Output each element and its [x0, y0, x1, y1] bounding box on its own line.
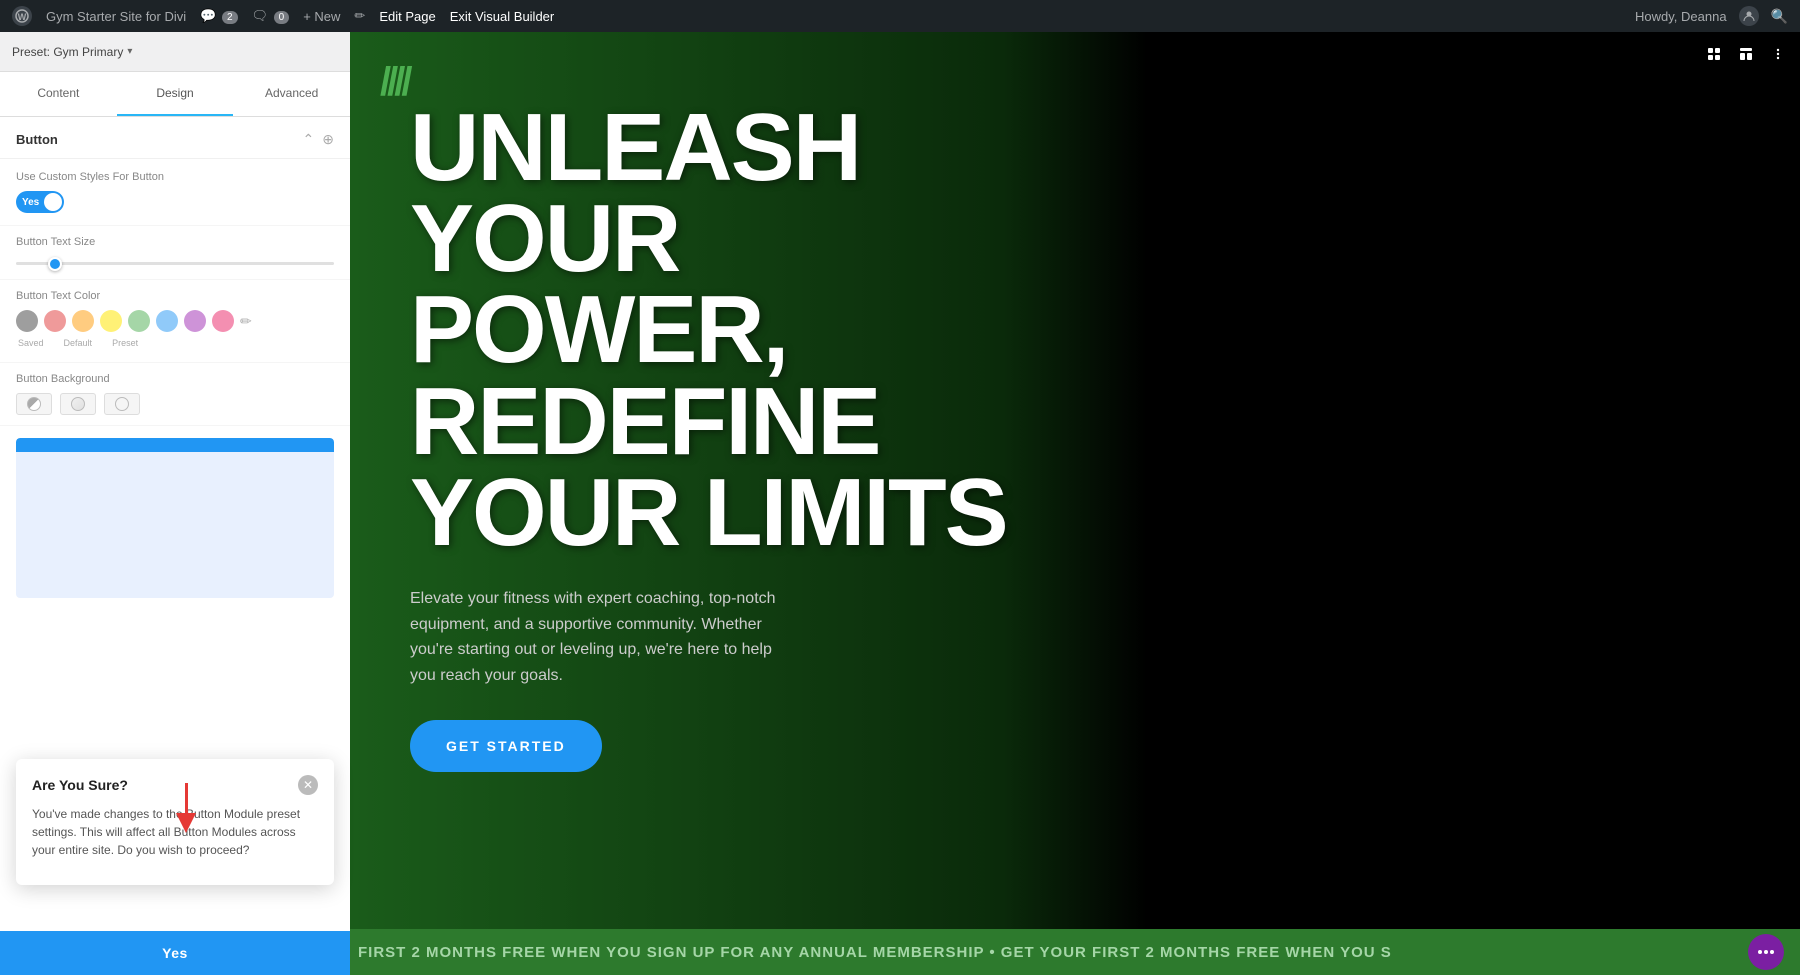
toggle-knob [44, 193, 62, 211]
howdy-text: Howdy, Deanna [1635, 9, 1727, 24]
arrow-down [176, 813, 196, 833]
button-text-color-label: Button Text Color [16, 290, 334, 302]
collapse-icon[interactable]: ⌃ [303, 131, 315, 148]
button-text-size-row: Button Text Size [0, 226, 350, 280]
dialog-title: Are You Sure? [32, 777, 128, 793]
dialog-body: You've made changes to the Button Module… [32, 805, 318, 859]
vb-toolbar [1700, 40, 1792, 68]
button-text-color-row: Button Text Color ✏ Saved Default Preset [0, 280, 350, 363]
admin-bar-right: Howdy, Deanna 🔍 [1635, 6, 1788, 26]
vb-layout-icon[interactable] [1732, 40, 1760, 68]
hero-title-line2: POWER, REDEFINE [410, 284, 1130, 466]
hero-title: UNLEASH YOUR POWER, REDEFINE YOUR LIMITS [410, 102, 1130, 558]
arrow-line [185, 783, 188, 813]
custom-styles-label: Use Custom Styles For Button [16, 171, 334, 183]
settings-icon[interactable]: ⊕ [322, 131, 334, 148]
exit-vb-button[interactable]: Exit Visual Builder [450, 9, 555, 24]
ticker-text: FIRST 2 MONTHS FREE WHEN YOU SIGN UP FOR… [350, 944, 1392, 961]
admin-bar: W Gym Starter Site for Divi 💬 2 🗨 0 + Ne… [0, 0, 1800, 32]
text-size-slider[interactable] [16, 262, 334, 265]
comments-icon[interactable]: 💬 2 [200, 8, 237, 24]
button-text-size-label: Button Text Size [16, 236, 334, 248]
hero-title-line1: UNLEASH YOUR [410, 102, 1130, 284]
arrow-indicator [176, 783, 196, 833]
dot3 [1770, 950, 1774, 954]
search-icon[interactable]: 🔍 [1771, 8, 1788, 25]
tab-design[interactable]: Design [117, 72, 234, 116]
ticker-dot-button[interactable] [1748, 934, 1784, 970]
site-preview: //// UNLEASH YOUR POWER, REDEFINE YOUR L… [350, 32, 1800, 975]
dot1 [1758, 950, 1762, 954]
preview-area [16, 438, 334, 598]
hero-cta-button[interactable]: GET STARTED [410, 720, 602, 772]
toggle-container: Yes [16, 191, 334, 213]
main-layout: Preset: Gym Primary ▾ Content Design Adv… [0, 32, 1800, 975]
button-background-label: Button Background [16, 373, 334, 385]
hero-title-line3: YOUR LIMITS [410, 467, 1130, 558]
swatch-labels: Saved Default Preset [16, 338, 334, 348]
user-avatar[interactable] [1739, 6, 1759, 26]
confirm-dialog: Are You Sure? ✕ You've made changes to t… [16, 759, 334, 885]
bubbles-count: 0 [274, 11, 290, 24]
ticker-bar: FIRST 2 MONTHS FREE WHEN YOU SIGN UP FOR… [350, 929, 1800, 975]
preset-caret-icon[interactable]: ▾ [127, 46, 132, 57]
preset-bar[interactable]: Preset: Gym Primary ▾ [0, 32, 350, 72]
section-title-button: Button [16, 132, 58, 147]
swatch-orange[interactable] [72, 310, 94, 332]
vb-grid-icon[interactable] [1700, 40, 1728, 68]
bg-option-3[interactable] [104, 393, 140, 415]
hero-subtitle: Elevate your fitness with expert coachin… [410, 586, 790, 688]
swatch-purple[interactable] [184, 310, 206, 332]
left-panel: Preset: Gym Primary ▾ Content Design Adv… [0, 32, 350, 975]
swatch-green[interactable] [128, 310, 150, 332]
yes-button[interactable]: Yes [0, 931, 350, 975]
ticker-dot-inner [1758, 950, 1774, 954]
swatch-pink2[interactable] [212, 310, 234, 332]
comments-count: 2 [222, 11, 238, 24]
admin-bar-left: W Gym Starter Site for Divi 💬 2 🗨 0 + Ne… [12, 6, 1619, 26]
wordpress-logo-icon[interactable]: W [12, 6, 32, 26]
tab-bar: Content Design Advanced [0, 72, 350, 117]
bg-option-1[interactable] [16, 393, 52, 415]
custom-styles-toggle[interactable]: Yes [16, 191, 64, 213]
toggle-yes-label: Yes [16, 197, 39, 208]
vb-more-icon[interactable] [1764, 40, 1792, 68]
slider-thumb[interactable] [48, 257, 62, 271]
dot2 [1764, 950, 1768, 954]
swatch-blue[interactable] [156, 310, 178, 332]
tab-content[interactable]: Content [0, 72, 117, 116]
color-swatches: ✏ [16, 310, 334, 332]
dialog-close-button[interactable]: ✕ [298, 775, 318, 795]
swatch-label-saved: Saved [18, 338, 44, 348]
slash-marks: //// [380, 62, 408, 102]
swatch-yellow[interactable] [100, 310, 122, 332]
section-header-button: Button ⌃ ⊕ [0, 117, 350, 159]
swatch-edit-icon[interactable]: ✏ [240, 310, 262, 332]
swatch-label-preset: Preset [112, 338, 138, 348]
new-button[interactable]: + New [303, 9, 340, 24]
edit-page-button[interactable]: Edit Page [379, 9, 435, 24]
dialog-header: Are You Sure? ✕ [32, 775, 318, 795]
swatch-pink[interactable] [44, 310, 66, 332]
swatch-label-default: Default [64, 338, 93, 348]
yes-label: Yes [162, 945, 188, 961]
tab-advanced[interactable]: Advanced [233, 72, 350, 116]
section-icons: ⌃ ⊕ [303, 131, 334, 148]
bubbles-icon[interactable]: 🗨 0 [252, 8, 290, 24]
hero-section: //// UNLEASH YOUR POWER, REDEFINE YOUR L… [350, 32, 1800, 929]
swatch-gray[interactable] [16, 310, 38, 332]
bg-option-2[interactable] [60, 393, 96, 415]
preset-label: Preset: Gym Primary [12, 45, 123, 59]
site-name[interactable]: Gym Starter Site for Divi [46, 9, 186, 24]
preview-blue-bar [16, 438, 334, 452]
hero-content: UNLEASH YOUR POWER, REDEFINE YOUR LIMITS… [410, 102, 1130, 772]
custom-styles-row: Use Custom Styles For Button Yes [0, 159, 350, 226]
bg-options [16, 393, 334, 415]
svg-text:W: W [18, 12, 27, 22]
button-background-row: Button Background [0, 363, 350, 426]
